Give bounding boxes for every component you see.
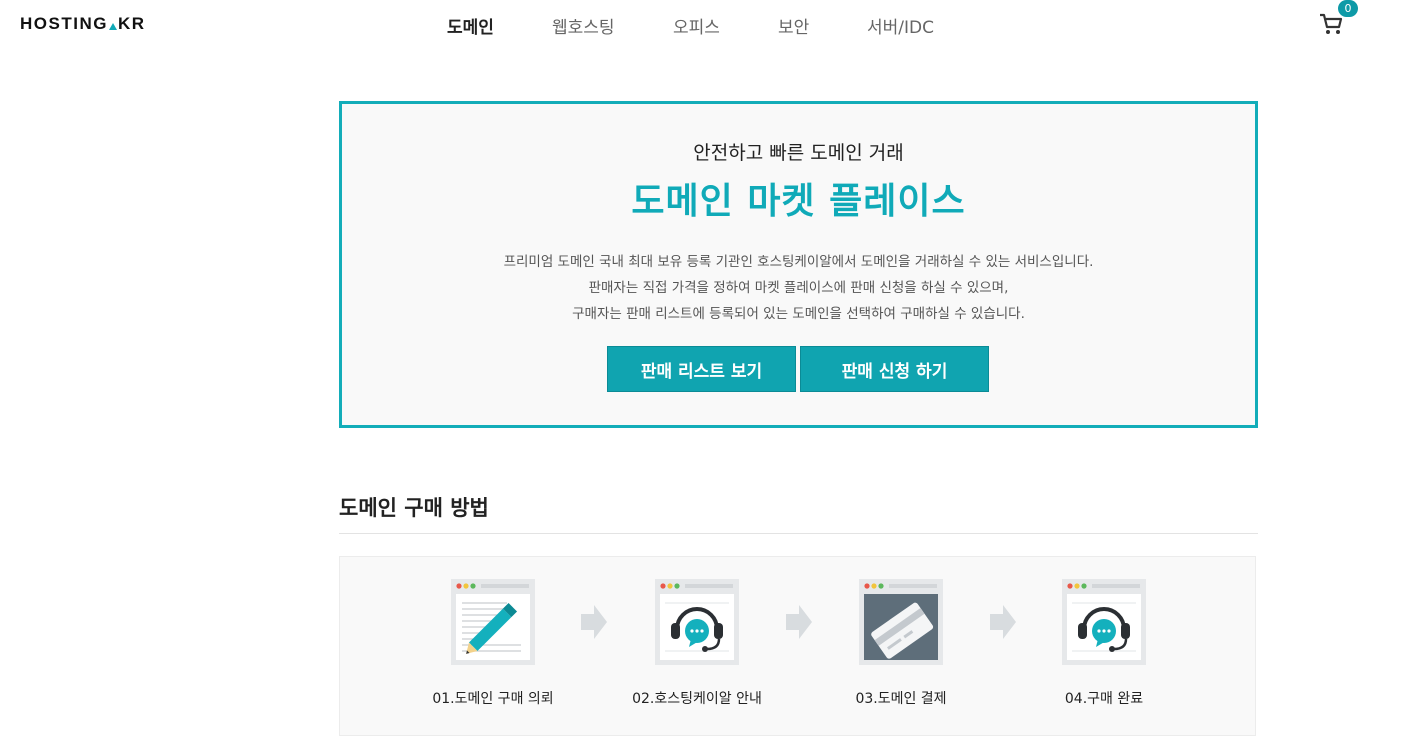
step-label: 02.호스팅케이알 안내: [632, 691, 762, 707]
purchase-steps: 01.도메인 구매 의뢰 02.호스팅케이알 안내 03.도메인 결제 04.구…: [339, 556, 1256, 736]
nav-item-domain[interactable]: 도메인: [447, 13, 494, 38]
cart-count-badge: 0: [1338, 0, 1358, 17]
section-divider: [339, 533, 1258, 534]
hero-description: 프리미엄 도메인 국내 최대 보유 등록 기관인 호스팅케이알에서 도메인을 거…: [342, 249, 1255, 327]
main-nav: 도메인 웹호스팅 오피스 보안 서버/IDC: [0, 13, 1411, 38]
cart-icon[interactable]: [1318, 12, 1344, 36]
hero-panel: 안전하고 빠른 도메인 거래 도메인 마켓 플레이스 프리미엄 도메인 국내 최…: [339, 101, 1258, 428]
step-label: 04.구매 완료: [1064, 691, 1144, 707]
apply-sale-button[interactable]: 판매 신청 하기: [800, 346, 989, 392]
headset-support-icon: [1062, 579, 1146, 665]
step-label: 01.도메인 구매 의뢰: [432, 691, 554, 707]
nav-item-server-idc[interactable]: 서버/IDC: [867, 13, 934, 38]
arrow-right-icon: [581, 605, 607, 639]
step-label: 03.도메인 결제: [855, 691, 947, 707]
nav-item-security[interactable]: 보안: [778, 13, 809, 38]
arrow-right-icon: [786, 605, 812, 639]
section-title: 도메인 구매 방법: [339, 496, 489, 520]
view-sale-list-button[interactable]: 판매 리스트 보기: [607, 346, 796, 392]
hero-description-line: 구매자는 판매 리스트에 등록되어 있는 도메인을 선택하여 구매하실 수 있습…: [572, 306, 1025, 322]
headset-support-icon: [655, 579, 739, 665]
hero-description-line: 판매자는 직접 가격을 정하여 마켓 플레이스에 판매 신청을 하실 수 있으며…: [588, 280, 1009, 296]
hero-title: 도메인 마켓 플레이스: [631, 181, 966, 222]
hero-description-line: 프리미엄 도메인 국내 최대 보유 등록 기관인 호스팅케이알에서 도메인을 거…: [503, 254, 1094, 270]
credit-card-icon: [859, 579, 943, 665]
nav-item-office[interactable]: 오피스: [673, 13, 720, 38]
arrow-right-icon: [990, 605, 1016, 639]
hero-subtitle: 안전하고 빠른 도메인 거래: [693, 142, 904, 164]
nav-item-webhosting[interactable]: 웹호스팅: [552, 13, 615, 38]
pencil-document-icon: [451, 579, 535, 665]
